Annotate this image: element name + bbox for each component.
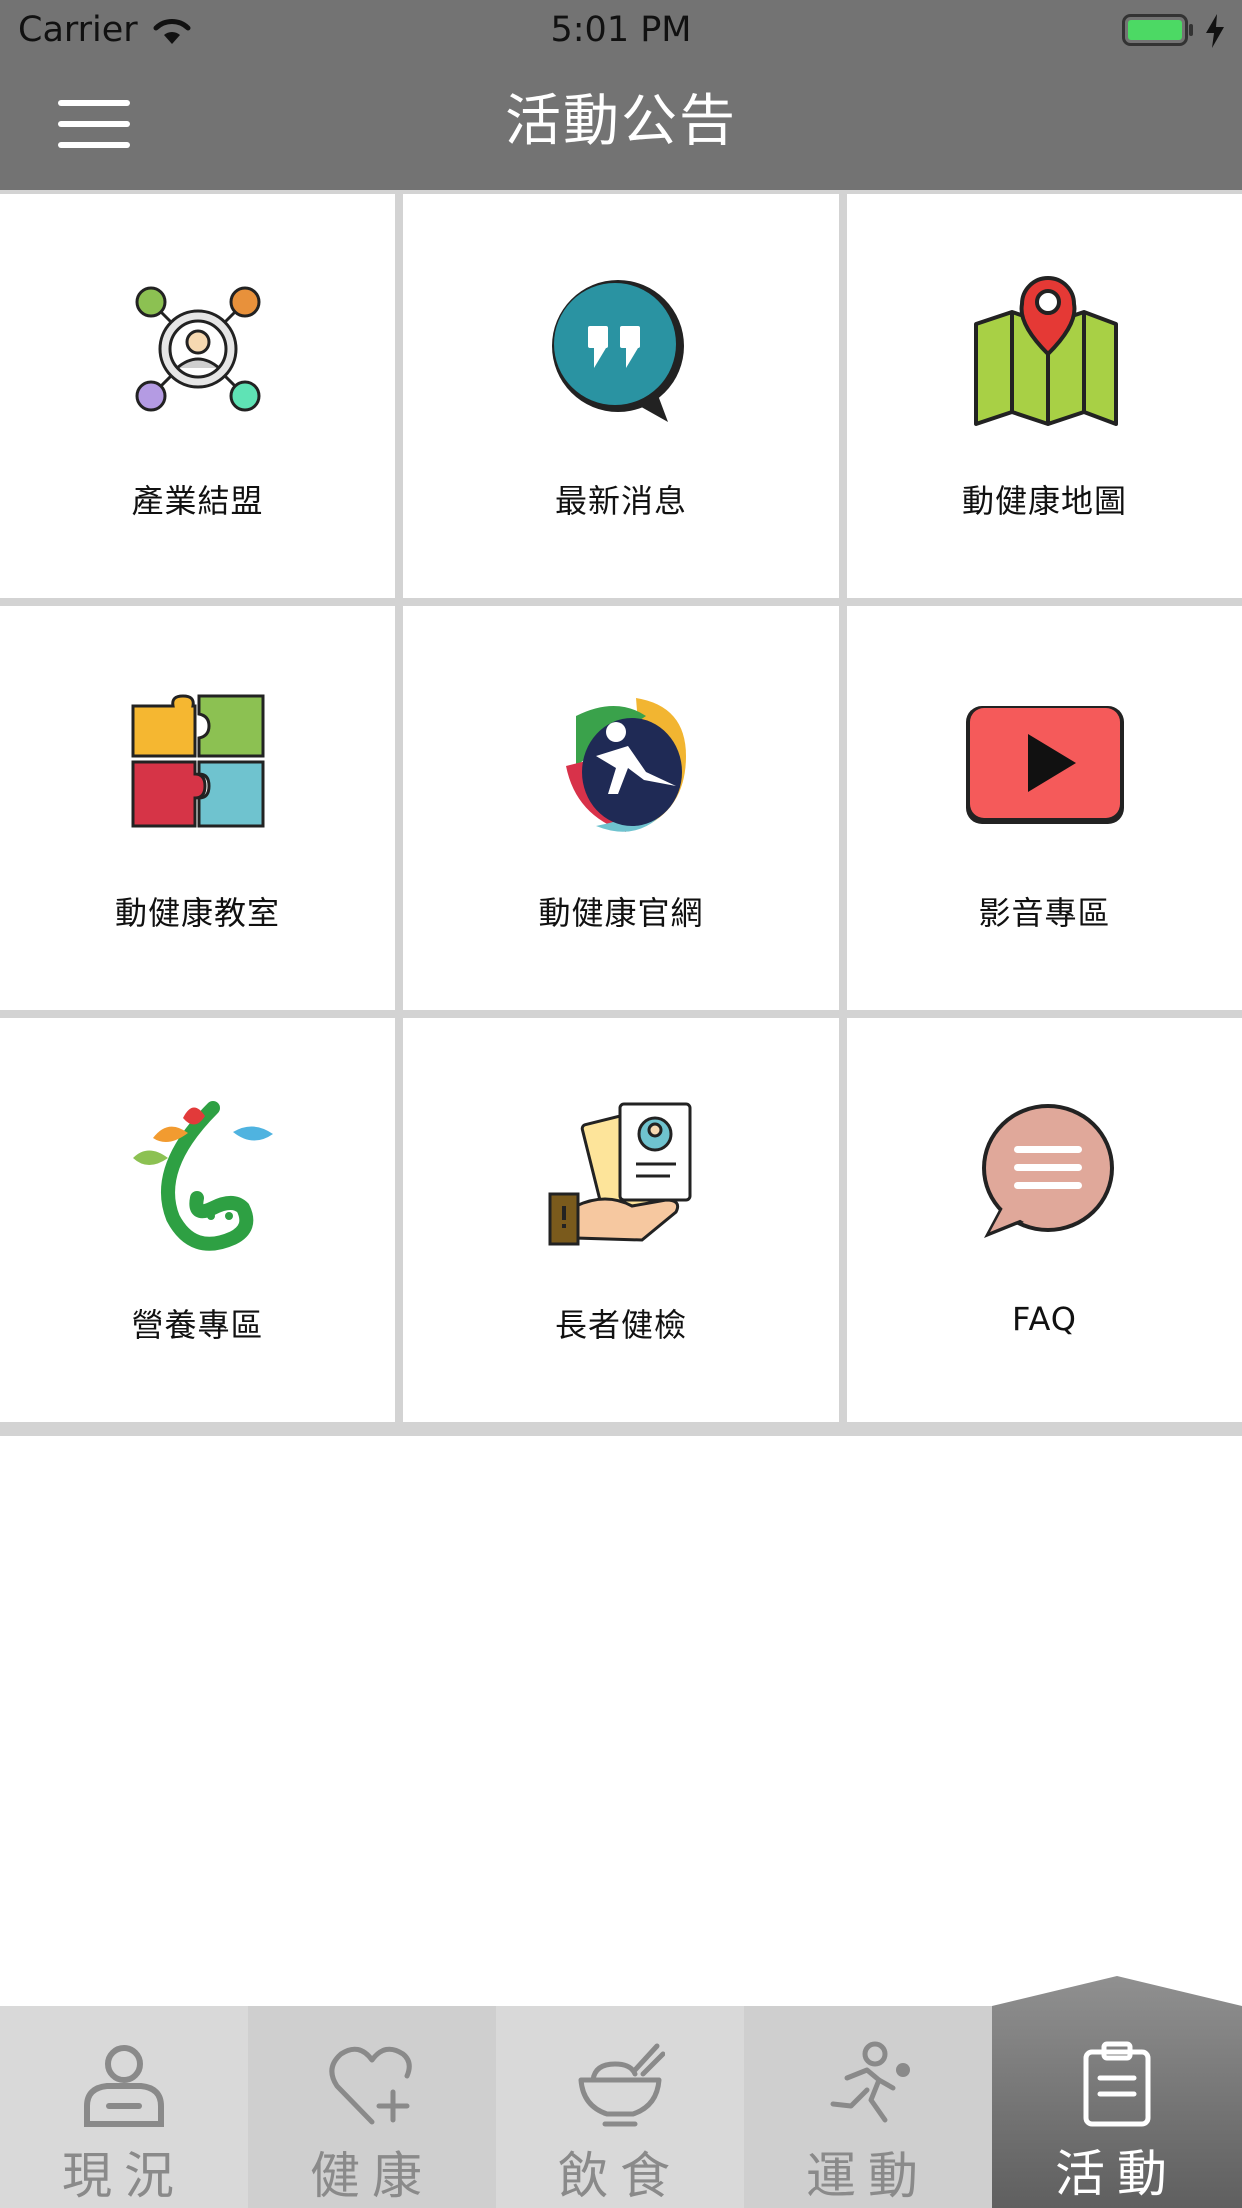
tab-diet[interactable]: 飲食 <box>496 2006 744 2208</box>
tile-label: 動健康官網 <box>538 894 704 932</box>
nutrition-logo-icon <box>132 1101 273 1251</box>
tile-label: 產業結盟 <box>131 482 264 520</box>
tile-latest-news[interactable]: 最新消息 <box>403 194 839 598</box>
status-time: 5:01 PM <box>550 10 692 50</box>
tab-health[interactable]: 健康 <box>248 2006 496 2208</box>
tile-label: 影音專區 <box>978 894 1111 932</box>
tab-label: 活動 <box>1055 2145 1179 2203</box>
tile-label: FAQ <box>1012 1300 1077 1338</box>
tile-label: 最新消息 <box>554 482 687 520</box>
tab-status[interactable]: 現況 <box>0 2006 248 2208</box>
page-title: 活動公告 <box>505 89 737 154</box>
battery-icon <box>1122 14 1193 46</box>
puzzle-icon <box>131 694 264 828</box>
tile-label: 營養專區 <box>131 1306 264 1344</box>
tile-label: 長者健檢 <box>554 1306 687 1344</box>
running-person-icon <box>830 2041 910 2123</box>
bottom-tab-bar: 現況 健康 飲食 運動 活動 <box>0 1976 1242 2208</box>
tile-health-classroom[interactable]: 動健康教室 <box>0 606 395 1010</box>
tile-health-map[interactable]: 動健康地圖 <box>847 194 1242 598</box>
top-bar: Carrier 5:01 PM 活動公告 <box>0 0 1242 190</box>
faq-chat-icon <box>981 1104 1114 1238</box>
tile-nutrition-zone[interactable]: 營養專區 <box>0 1018 395 1422</box>
clipboard-icon <box>1083 2041 1151 2127</box>
tab-label: 現況 <box>62 2147 186 2205</box>
health-card-hand-icon <box>548 1102 692 1246</box>
tab-label: 健康 <box>310 2147 434 2205</box>
tile-faq[interactable]: FAQ <box>847 1018 1242 1422</box>
tab-exercise[interactable]: 運動 <box>744 2006 992 2208</box>
tab-label: 飲食 <box>558 2147 682 2205</box>
play-video-icon <box>965 706 1124 824</box>
tile-video-zone[interactable]: 影音專區 <box>847 606 1242 1010</box>
map-pin-icon <box>973 276 1118 426</box>
heart-plus-icon <box>329 2046 412 2125</box>
charging-bolt-icon <box>1206 14 1224 48</box>
feature-grid: 產業結盟 最新消息 動健康地圖 動健康教室 動健康官網 影音專區 營養專區 長者… <box>0 190 1242 1436</box>
tile-industry-alliance[interactable]: 產業結盟 <box>0 194 395 598</box>
runner-logo-icon <box>566 698 686 832</box>
nav-bar: 活動公告 <box>0 60 1242 190</box>
food-bowl-icon <box>578 2043 665 2127</box>
quote-bubble-icon <box>552 280 684 422</box>
tile-official-site[interactable]: 動健康官網 <box>403 606 839 1010</box>
tile-label: 動健康教室 <box>114 894 280 932</box>
status-bar: Carrier 5:01 PM <box>0 0 1242 60</box>
person-status-icon <box>84 2045 164 2127</box>
app-screen: Carrier 5:01 PM 活動公告 產業結盟 最新消息 動健康地圖 動健康… <box>0 0 1242 2208</box>
tab-label: 運動 <box>806 2147 930 2205</box>
tab-activity[interactable]: 活動 <box>992 1976 1242 2208</box>
tile-senior-checkup[interactable]: 長者健檢 <box>403 1018 839 1422</box>
tile-label: 動健康地圖 <box>961 482 1127 520</box>
network-people-icon <box>135 286 260 412</box>
